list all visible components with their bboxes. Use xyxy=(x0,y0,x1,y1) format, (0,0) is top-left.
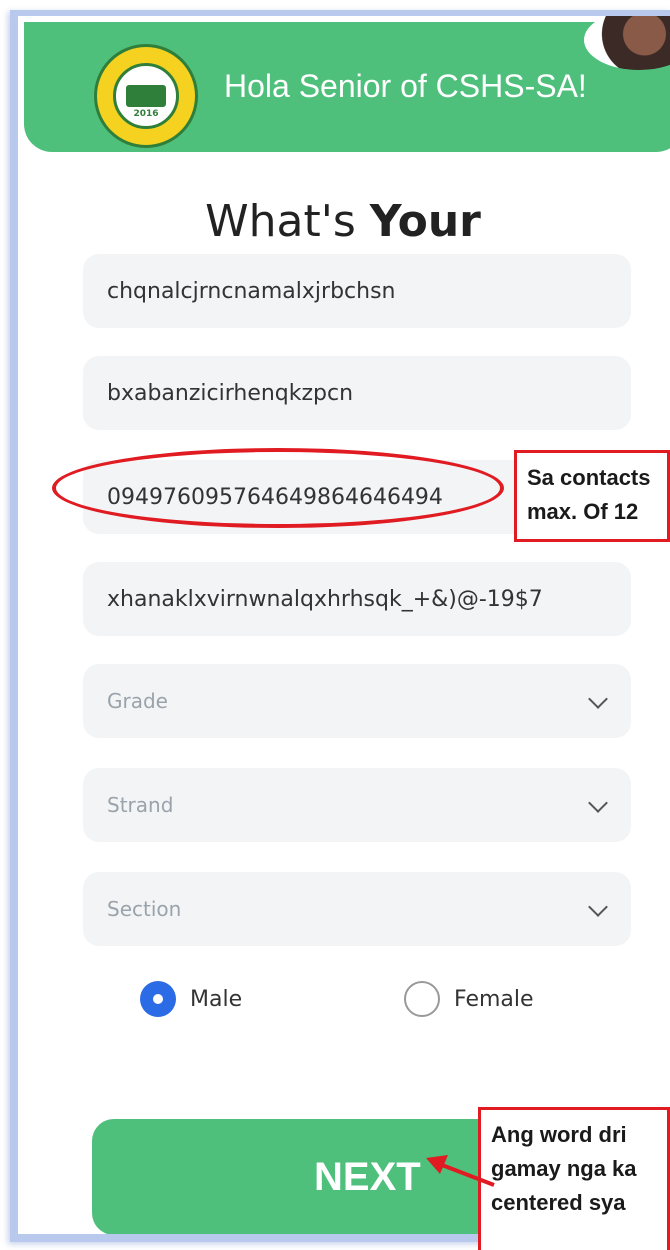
screenshot-frame: 2016 Hola Senior of CSHS-SA! What's Your… xyxy=(0,0,670,1250)
annotation-arrow xyxy=(426,1155,495,1187)
